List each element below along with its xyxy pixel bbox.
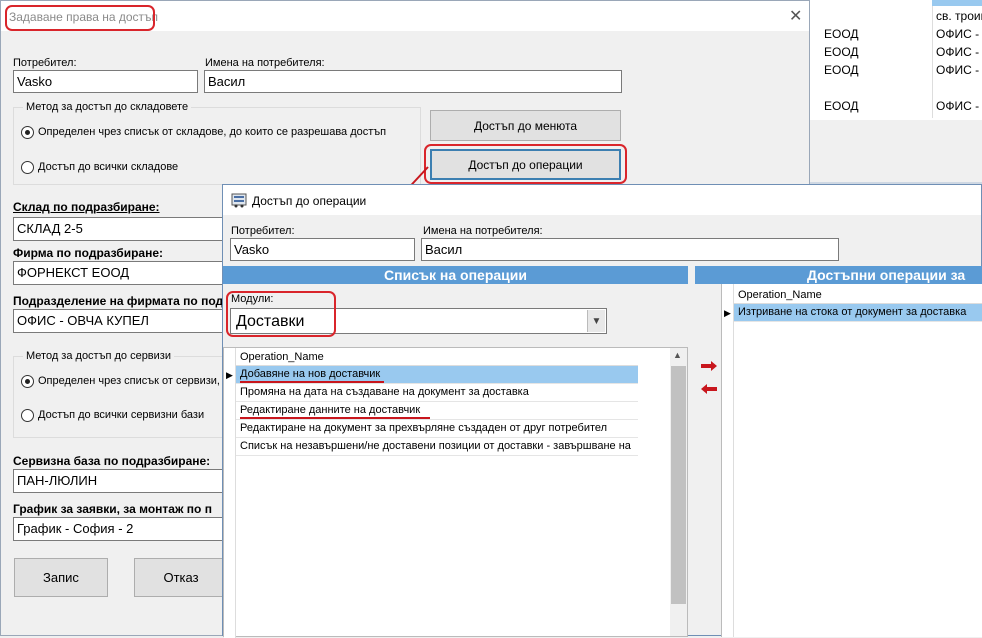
default-division-label: Подразделение на фирмата по под [13, 294, 224, 308]
schedule-label: График за заявки, за монтаж по п [13, 502, 212, 516]
default-company-label: Фирма по подразбиране: [13, 246, 163, 260]
annotation-highlight [5, 5, 155, 31]
warehouse-all-radio-label: Достъп до всички складове [38, 161, 179, 173]
service-list-radio-label: Определен чрез списък от сервизи, [38, 375, 220, 387]
ops-user-name-field[interactable]: Васил [421, 238, 839, 261]
available-operations-grid: Operation_Name ▶ Изтриване на стока от д… [721, 284, 982, 637]
row-pointer-icon: ▶ [226, 370, 233, 380]
background-cell: ОФИС - ( [936, 99, 982, 113]
row-pointer-icon: ▶ [724, 308, 731, 318]
user-field[interactable]: Vasko [13, 70, 198, 93]
annotation-highlight [226, 291, 336, 337]
available-column-header[interactable]: Operation_Name [734, 286, 982, 304]
remove-arrow-icon[interactable] [699, 383, 719, 394]
scrollbar-thumb[interactable] [671, 366, 686, 604]
default-company-field[interactable]: ФОРНЕКСТ ЕООД [13, 261, 233, 285]
service-list-radio[interactable] [21, 375, 34, 388]
operations-column-header[interactable]: Operation_Name [236, 348, 638, 366]
service-group-label: Метод за достъп до сервизи [23, 350, 174, 362]
ops-user-label: Потребител: [231, 225, 295, 237]
background-cell: ОФИС - ( [936, 45, 982, 59]
default-warehouse-field[interactable]: СКЛАД 2-5 [13, 217, 233, 241]
default-division-field[interactable]: ОФИС - ОВЧА КУПЕЛ [13, 309, 233, 333]
scroll-up-icon[interactable]: ▲ [673, 350, 682, 360]
operation-row[interactable]: Списък на незавършени/не доставени позиц… [236, 438, 638, 456]
background-list: св. троиц ЕООД ОФИС - ( ЕООД ОФИС - ( ЕО… [806, 0, 982, 120]
background-cell: ЕООД [824, 27, 859, 41]
operations-scrollbar[interactable]: ▲ [670, 348, 687, 636]
background-selected-row [932, 0, 982, 6]
default-service-field[interactable]: ПАН-ЛЮЛИН [13, 469, 233, 493]
menus-access-button[interactable]: Достъп до менюта [430, 110, 621, 141]
available-operation-row[interactable]: Изтриване на стока от документ за достав… [734, 304, 982, 322]
service-access-group [13, 356, 233, 438]
operation-row[interactable]: Редактиране на документ за прехвърляне с… [236, 420, 638, 438]
annotation-underline [240, 417, 430, 419]
annotation-underline [240, 381, 384, 383]
operations-list-header: Списък на операции [223, 266, 688, 284]
background-cell: св. троиц [936, 9, 982, 23]
operation-row[interactable]: Промяна на дата на създаване на документ… [236, 384, 638, 402]
background-cell: ОФИС - ( [936, 27, 982, 41]
default-service-label: Сервизна база по подразбиране: [13, 454, 211, 468]
default-warehouse-label: Склад по подразбиране: [13, 200, 160, 214]
operations-grid: Operation_Name ▶ Добавяне на нов доставч… [223, 347, 688, 638]
save-button[interactable]: Запис [14, 558, 108, 597]
user-name-label: Имена на потребителя: [205, 57, 325, 69]
background-cell: ЕООД [824, 63, 859, 77]
warehouse-group-label: Метод за достъп до складовете [23, 101, 192, 113]
user-name-field[interactable]: Васил [204, 70, 622, 93]
schedule-field[interactable]: График - София - 2 [13, 517, 233, 541]
available-operations-header: Достъпни операции за [695, 266, 982, 284]
operations-window: Достъп до операции Потребител: Vasko Име… [222, 184, 982, 638]
cancel-button[interactable]: Отказ [134, 558, 228, 597]
warehouse-all-radio[interactable] [21, 161, 34, 174]
background-cell: ОФИС - ( [936, 63, 982, 77]
background-cell: ЕООД [824, 99, 859, 113]
operations-window-titlebar: Достъп до операции [223, 185, 981, 215]
close-icon[interactable]: ✕ [789, 6, 802, 26]
warehouse-list-radio-label: Определен чрез списък от складове, до ко… [38, 126, 387, 138]
warehouse-access-group [13, 107, 421, 185]
service-all-radio-label: Достъп до всички сервизни бази [38, 409, 205, 421]
operations-window-title: Достъп до операции [252, 194, 367, 208]
annotation-highlight [424, 144, 627, 184]
service-all-radio[interactable] [21, 409, 34, 422]
chevron-down-icon[interactable]: ▼ [587, 310, 605, 332]
warehouse-list-radio[interactable] [21, 126, 34, 139]
user-label: Потребител: [13, 57, 77, 69]
ops-user-field[interactable]: Vasko [230, 238, 415, 261]
cart-icon [231, 193, 247, 208]
ops-user-name-label: Имена на потребителя: [423, 225, 543, 237]
add-arrow-icon[interactable] [699, 360, 719, 371]
background-cell: ЕООД [824, 45, 859, 59]
